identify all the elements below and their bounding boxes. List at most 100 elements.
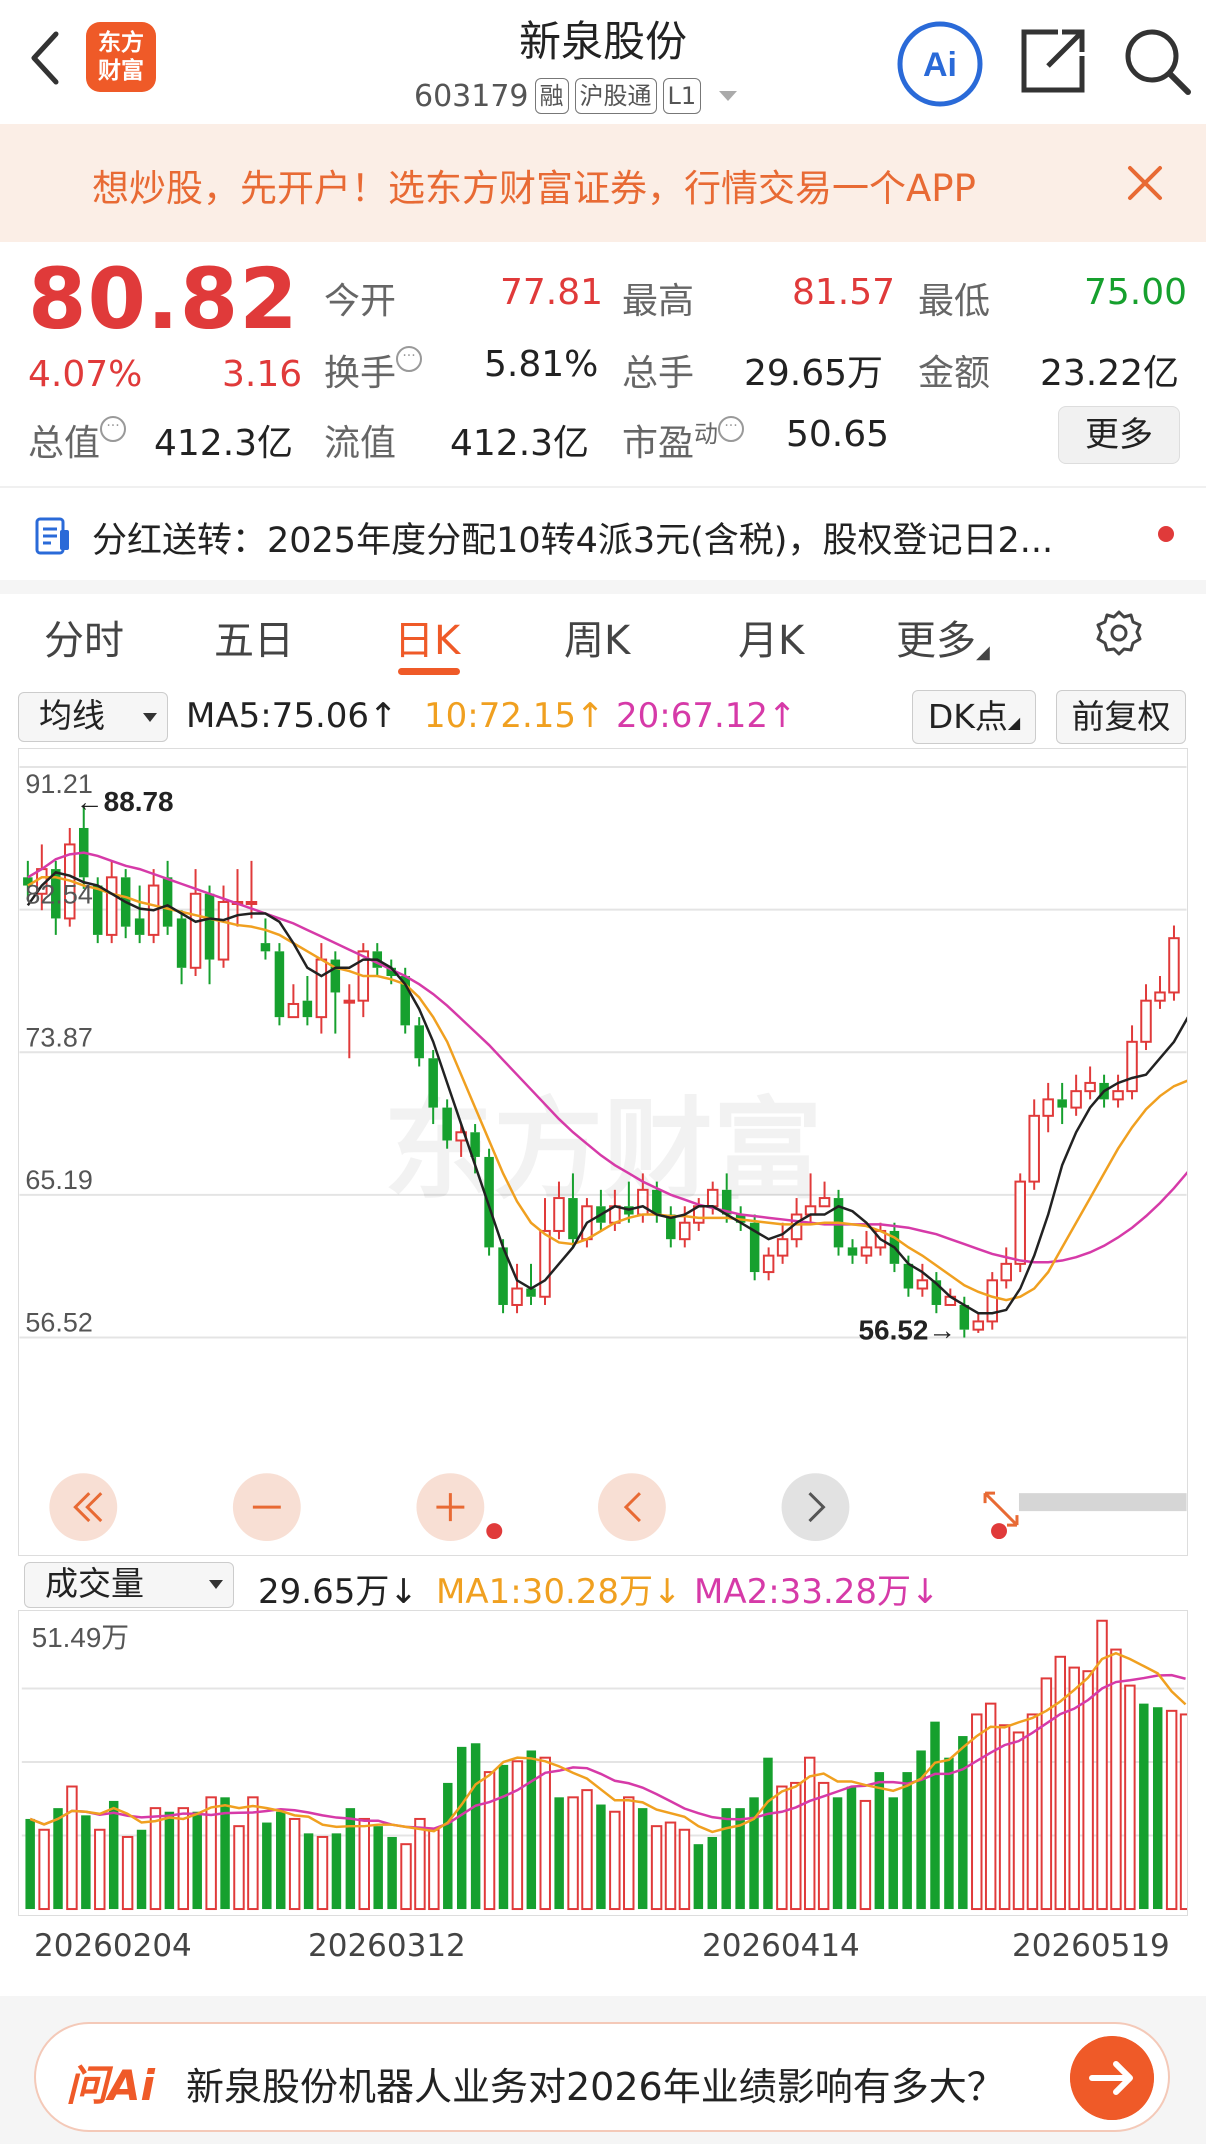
candle-body: [343, 999, 356, 1004]
candle-body: [916, 1279, 929, 1290]
adjust-button[interactable]: 前复权: [1056, 690, 1186, 744]
chevron-down-icon: [209, 1580, 223, 1589]
close-icon[interactable]: [1122, 160, 1168, 206]
rewind-button[interactable]: [49, 1473, 118, 1542]
price-axis-label: 82.54: [25, 880, 92, 910]
dividend-text[interactable]: 分红送转：2025年度分配10转4派3元(含税)，股权登记日2...: [92, 512, 1134, 563]
volume-chart[interactable]: 51.49万: [18, 1610, 1188, 1916]
amount-label: 金额: [918, 353, 991, 394]
tab-monthly-k[interactable]: 月K: [738, 608, 804, 666]
search-icon[interactable]: [1120, 24, 1194, 98]
candle-body: [134, 918, 145, 935]
stock-code-row[interactable]: 603179 融 沪股通 L1: [414, 74, 738, 118]
volume-bar: [358, 1817, 370, 1911]
volume-bar: [971, 1713, 983, 1911]
candlestick-chart[interactable]: 东方财富 91.2182.5473.8765.1956.52 ←88.78 56…: [18, 748, 1188, 1556]
candle-body: [105, 876, 118, 936]
volume-bar: [1068, 1666, 1080, 1911]
tab-intraday[interactable]: 分时: [44, 608, 124, 666]
candle-body: [818, 1197, 831, 1208]
info-icon[interactable]: ···: [718, 416, 745, 442]
float-label: 流值: [324, 423, 397, 464]
volume-bar: [1026, 1713, 1039, 1911]
tab-more-label: 更多: [896, 618, 976, 664]
candle-body: [972, 1320, 985, 1331]
info-icon[interactable]: ···: [396, 346, 423, 372]
volume-bar: [81, 1815, 91, 1910]
zoom-in-button[interactable]: [416, 1473, 485, 1542]
ask-ai-logo: 问Ai: [66, 2061, 155, 2110]
open-label: 今开: [324, 281, 397, 322]
volume-bar: [1110, 1648, 1122, 1911]
volume-bar: [1139, 1703, 1149, 1910]
pe-sup: 动: [694, 420, 719, 448]
pan-left-button[interactable]: [598, 1473, 666, 1542]
volume-bar: [276, 1811, 286, 1910]
candle-body: [274, 951, 285, 1018]
date-label: 20260414: [702, 1928, 860, 1964]
ask-ai-question[interactable]: 新泉股份机器人业务对2026年业绩影响有多大？: [186, 2056, 1008, 2111]
ma20-value: 20:67.12↑: [616, 696, 797, 736]
candle-body: [568, 1198, 578, 1240]
high-label: 最高: [622, 281, 695, 322]
back-icon[interactable]: [22, 28, 72, 88]
event-dot[interactable]: [486, 1523, 503, 1540]
more-quote-button[interactable]: 更多: [1058, 406, 1180, 464]
expand-chart-icon[interactable]: [983, 1491, 1019, 1527]
volume-bar: [456, 1746, 467, 1910]
volume-bar: [233, 1825, 245, 1911]
ma-select[interactable]: 均线: [18, 692, 168, 742]
chevron-down-icon: [719, 91, 738, 101]
volume-select-label: 成交量: [45, 1564, 144, 1603]
candle-body: [804, 1205, 817, 1216]
volume-bar: [832, 1797, 843, 1910]
tab-weekly-k[interactable]: 周K: [564, 608, 630, 666]
zoom-out-button[interactable]: [232, 1473, 301, 1542]
volume-bar: [121, 1835, 134, 1911]
candle-body: [176, 918, 187, 968]
tab-daily-k[interactable]: 日K: [394, 608, 460, 666]
volume-ma-lines: [29, 1651, 1187, 1834]
candle-body: [162, 877, 173, 927]
stock-code: 603179: [414, 78, 529, 114]
chevron-down-icon: [143, 713, 157, 722]
volume-bar: [721, 1808, 731, 1910]
scroll-handle[interactable]: [1018, 1493, 1187, 1512]
arrow-right-icon[interactable]: [1070, 2036, 1154, 2120]
change-percent: 4.07%: [28, 354, 143, 395]
volume-select[interactable]: 成交量: [24, 1562, 234, 1608]
open-value: 77.81: [500, 272, 604, 313]
candle-body: [414, 1025, 424, 1059]
promo-text[interactable]: 想炒股，先开户！选东方财富证券，行情交易一个APP: [92, 158, 1082, 212]
dk-point-label: DK点: [927, 697, 1008, 736]
volume-bar: [428, 1828, 440, 1911]
tab-more[interactable]: 更多◢: [896, 608, 990, 666]
ma5-value: MA5:75.06↑: [186, 696, 398, 736]
tag-level1: L1: [662, 78, 702, 114]
chart-grid: [19, 765, 1187, 1339]
section-separator: [0, 580, 1206, 594]
candle-body: [315, 958, 328, 1019]
event-dot[interactable]: [991, 1523, 1007, 1540]
date-label: 20260519: [1012, 1928, 1170, 1964]
price-axis-label: 65.19: [25, 1165, 92, 1195]
turnover-label: 换手 ···: [324, 344, 423, 396]
gear-icon[interactable]: [1094, 608, 1144, 658]
unread-dot: [1158, 526, 1174, 542]
ai-assistant-icon[interactable]: Ai: [896, 20, 984, 108]
pan-right-button[interactable]: [781, 1473, 850, 1542]
change-amount: 3.16: [222, 354, 303, 395]
volume-bar: [817, 1781, 830, 1911]
share-icon[interactable]: [1018, 24, 1090, 96]
volume-bar: [930, 1721, 940, 1910]
volume-ma1: MA1:30.28万↓: [436, 1572, 682, 1612]
candle-body: [652, 1189, 662, 1215]
tab-five-day[interactable]: 五日: [214, 608, 294, 666]
high-value: 81.57: [792, 272, 896, 313]
dk-point-button[interactable]: DK点◢: [912, 690, 1036, 744]
info-icon[interactable]: ···: [100, 416, 127, 442]
divider: [0, 486, 1206, 488]
eastmoney-logo: 东方 财富: [86, 22, 156, 92]
logo-line-1: 东方: [98, 30, 144, 56]
volume-bar: [1165, 1709, 1178, 1911]
